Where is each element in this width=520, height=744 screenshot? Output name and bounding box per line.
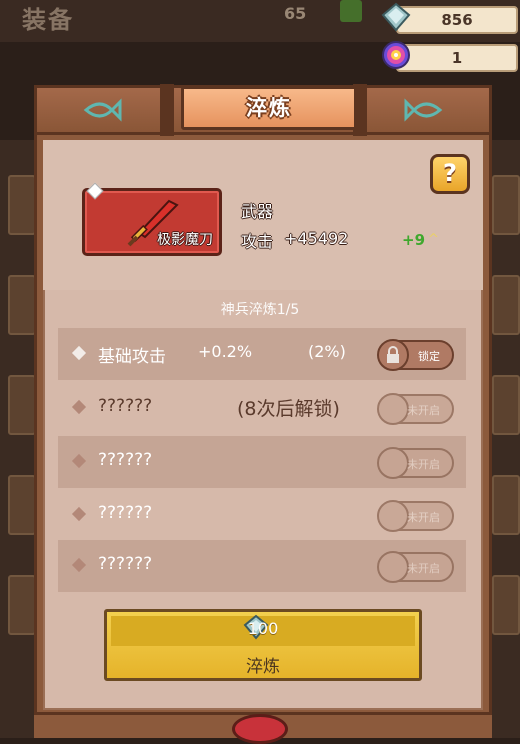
attribute-name: ?????? [98,503,153,523]
diamond-bullet-icon [71,506,87,522]
disabled-button[interactable]: 未开启 [377,500,454,532]
diamond-bullet-icon [71,453,87,469]
disabled-button[interactable]: 未开启 [377,393,454,425]
refine-cost: 100 [247,619,279,638]
refine-attribute-row: ?????? 未开启 [58,540,466,592]
panel-title-tab: 淬炼 [181,86,357,130]
diamond-bullet-icon [71,557,87,573]
orb-count: 1 [451,49,463,67]
lock-icon [377,447,409,479]
stat-label: 攻击 [241,232,274,251]
background-slot [8,175,36,235]
lock-icon [377,339,409,371]
disabled-button-label: 未开启 [407,458,440,471]
refine-attribute-row: 基础攻击 +0.2% (2%) 锁定 [58,328,466,380]
refine-attribute-row: ?????? 未开启 [58,489,466,541]
fish-ornament-icon [83,98,122,122]
lock-button-label: 锁定 [418,350,440,363]
item-name: 极影魔刀 [157,232,213,248]
add-button-bg [340,0,362,22]
attribute-percent: (2%) [308,342,346,361]
tab-post [160,84,174,136]
help-button[interactable]: ? [430,154,470,194]
disabled-button-label: 未开启 [407,511,440,524]
background-slot [492,475,520,535]
disabled-button[interactable]: 未开启 [377,551,454,583]
disabled-button[interactable]: 未开启 [377,447,454,479]
diamond-bullet-icon [71,345,87,361]
gem-currency-counter[interactable]: 856 [396,6,518,34]
item-card[interactable]: 极影魔刀 [82,182,222,256]
tier-progress: 神兵淬炼1/5 [220,302,300,318]
attribute-name: ?????? [98,554,153,574]
rainbow-orb-icon [382,41,410,69]
bottom-ornament [232,714,288,744]
diamond-gem-icon [381,2,411,32]
up-arrow-icon: ^ [428,232,439,247]
lock-icon [377,551,409,583]
background-slot [8,375,36,435]
fish-ornament-icon [404,98,443,122]
background-slot [8,475,36,535]
attribute-name: ?????? [98,396,153,416]
lock-icon [377,393,409,425]
refine-attribute-row: ?????? (8次后解锁) 未开启 [58,382,466,434]
attribute-value: +0.2% [198,342,253,361]
gem-count: 856 [441,11,473,29]
lock-button[interactable]: 锁定 [377,339,454,371]
level-value: 65 [284,4,307,23]
panel-title: 淬炼 [246,96,292,120]
orb-currency-counter[interactable]: 1 [396,44,518,72]
enhance-level: +9 [402,231,426,249]
stat-value: +45492 [284,229,349,248]
background-slot [492,575,520,635]
background-slot [8,575,36,635]
background-slot [492,375,520,435]
background-slot [492,175,520,235]
lock-icon [377,500,409,532]
disabled-button-label: 未开启 [407,562,440,575]
equipment-title: 装备 [22,6,74,34]
attribute-name: ?????? [98,450,153,470]
refine-button[interactable]: 100 淬炼 [104,609,422,681]
refine-button-label: 淬炼 [246,657,280,677]
refine-attribute-row: ?????? 未开启 [58,436,466,488]
disabled-button-label: 未开启 [407,404,440,417]
attribute-name: 基础攻击 [98,347,166,367]
diamond-bullet-icon [71,399,87,415]
unlock-hint: (8次后解锁) [237,398,340,420]
item-type: 武器 [241,202,274,221]
